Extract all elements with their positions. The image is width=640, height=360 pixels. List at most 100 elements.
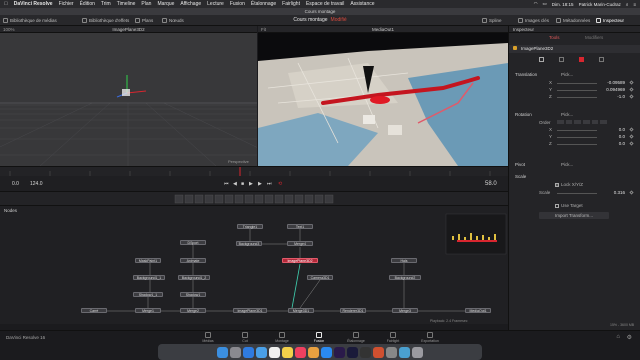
transform-tab-icon[interactable] bbox=[579, 57, 584, 62]
keyframe-icon[interactable] bbox=[629, 87, 634, 92]
search-icon[interactable]: ⌕ bbox=[626, 2, 629, 7]
rotation-x-value[interactable]: 0.0 bbox=[599, 127, 625, 132]
spline-button[interactable]: Spline bbox=[482, 17, 502, 24]
menu-workspace[interactable]: Espace de travail bbox=[306, 1, 344, 7]
current-time[interactable]: 58.0 bbox=[485, 181, 497, 187]
controls-tab-icon[interactable] bbox=[539, 57, 544, 62]
finder-icon[interactable] bbox=[217, 346, 228, 358]
menu-edit[interactable]: Édition bbox=[80, 1, 95, 7]
step-back-icon[interactable]: ◀ bbox=[233, 181, 237, 187]
node-animate[interactable]: Animate bbox=[180, 258, 206, 263]
apple-icon[interactable]:  bbox=[4, 1, 8, 7]
keyframe-icon[interactable] bbox=[629, 141, 634, 146]
page-deliver[interactable]: Exportation bbox=[417, 332, 443, 343]
tab-tools[interactable]: Tools bbox=[549, 35, 560, 40]
page-media[interactable]: Médias bbox=[195, 332, 221, 343]
keyframe-icon[interactable] bbox=[629, 80, 634, 85]
order-button[interactable] bbox=[591, 120, 599, 124]
resolve-icon[interactable] bbox=[360, 346, 371, 358]
media-pool-button[interactable]: Bibliothèque de médias bbox=[3, 17, 57, 24]
user-name[interactable]: Patrick Marin-Cudraz bbox=[579, 2, 621, 7]
nodes-button[interactable]: Nœuds bbox=[162, 17, 184, 24]
node-text1[interactable]: Text1 bbox=[287, 224, 313, 229]
go-to-start-icon[interactable]: ⏮ bbox=[224, 181, 229, 187]
menu-file[interactable]: Fichier bbox=[59, 1, 74, 7]
page-edit[interactable]: Montage bbox=[269, 332, 295, 343]
after-effects-icon[interactable] bbox=[347, 346, 358, 358]
app-store-icon[interactable] bbox=[321, 346, 332, 358]
notes-icon[interactable] bbox=[282, 346, 293, 358]
order-button[interactable] bbox=[574, 120, 582, 124]
loop-icon[interactable]: ⟲ bbox=[278, 181, 282, 187]
step-forward-icon[interactable]: ▶ bbox=[258, 181, 262, 187]
node-maskpaint1[interactable]: MaskPaint1 bbox=[135, 258, 161, 263]
node-shadow1-1[interactable]: Shadow1_1 bbox=[133, 292, 163, 297]
node-mediaout1[interactable]: MediaOut1 bbox=[465, 308, 491, 313]
import-transform-button[interactable]: Import Transform... bbox=[539, 212, 609, 219]
order-button[interactable] bbox=[600, 120, 608, 124]
node-background2[interactable]: Background2 bbox=[389, 275, 421, 280]
node-background1-1[interactable]: Background1_1 bbox=[133, 275, 165, 280]
clips-button[interactable]: Plans bbox=[135, 17, 153, 24]
tab-modifiers[interactable]: Modifiers bbox=[585, 35, 603, 40]
rotation-pick[interactable]: Pick... bbox=[561, 112, 573, 117]
scale-section-label[interactable]: Scale bbox=[515, 174, 526, 179]
rotation-y-slider[interactable] bbox=[557, 137, 597, 138]
mail-icon[interactable] bbox=[256, 346, 267, 358]
scale-value[interactable]: 0.316 bbox=[599, 190, 625, 195]
page-cut[interactable]: Cut bbox=[232, 332, 258, 343]
music-icon[interactable] bbox=[295, 346, 306, 358]
translation-section-label[interactable]: Translation bbox=[515, 72, 537, 77]
wifi-icon[interactable]: ◠ bbox=[534, 1, 538, 7]
node-renderer3d1[interactable]: Renderer3D1 bbox=[340, 308, 366, 313]
menu-color[interactable]: Étalonnage bbox=[251, 1, 276, 7]
node-background1-2[interactable]: Background1_2 bbox=[178, 275, 210, 280]
menu-trim[interactable]: Trim bbox=[101, 1, 111, 7]
system-prefs-icon[interactable] bbox=[386, 346, 397, 358]
node-carre[interactable]: Carré bbox=[81, 308, 107, 313]
translation-y-slider[interactable] bbox=[557, 90, 597, 91]
app-menu[interactable]: DaVinci Resolve bbox=[14, 1, 53, 7]
end-time[interactable]: 124.0 bbox=[30, 181, 43, 187]
node-triangle1[interactable]: Triangle1 bbox=[237, 224, 263, 229]
menu-help[interactable]: Assistance bbox=[350, 1, 374, 7]
translation-y-value[interactable]: 0.094969 bbox=[599, 87, 625, 92]
keyframe-icon[interactable] bbox=[629, 127, 634, 132]
node-merge1[interactable]: Merge1 bbox=[135, 308, 161, 313]
node-merge4[interactable]: Merge4 bbox=[287, 241, 313, 246]
battery-icon[interactable]: ▭ bbox=[543, 1, 547, 7]
right-viewer-zoom[interactable]: Fit bbox=[261, 26, 266, 33]
menu-timeline[interactable]: Timeline bbox=[117, 1, 136, 7]
node-editor[interactable]: Nodes Triangle1 Text1 Background3 Merge4… bbox=[0, 206, 508, 324]
node-imageplane3d1[interactable]: ImagePlane3D1 bbox=[233, 308, 267, 313]
time-ruler[interactable] bbox=[0, 166, 508, 177]
node-hals[interactable]: Hals bbox=[391, 258, 417, 263]
right-viewer[interactable]: Fit MediaOut1 bbox=[258, 26, 508, 166]
translation-z-slider[interactable] bbox=[557, 97, 597, 98]
menu-fusion[interactable]: Fusion bbox=[230, 1, 245, 7]
files-icon[interactable] bbox=[373, 346, 384, 358]
clock[interactable]: Dim. 18:15 bbox=[552, 2, 574, 7]
node-enable-icon[interactable] bbox=[513, 46, 517, 50]
use-target-checkbox[interactable] bbox=[555, 204, 559, 208]
preview-icon[interactable] bbox=[399, 346, 410, 358]
rotation-section-label[interactable]: Rotation bbox=[515, 112, 532, 117]
stop-icon[interactable]: ■ bbox=[241, 181, 244, 187]
pivot-pick[interactable]: Pick... bbox=[561, 162, 573, 167]
node-header[interactable]: ImagePlane3D2 bbox=[509, 45, 640, 53]
menu-mark[interactable]: Marque bbox=[157, 1, 174, 7]
calendar-icon[interactable] bbox=[269, 346, 280, 358]
node-merge3d1[interactable]: Merge3D1 bbox=[288, 308, 314, 313]
page-fusion[interactable]: Fusion bbox=[306, 332, 332, 343]
material-tab-icon[interactable] bbox=[559, 57, 564, 62]
menu-fairlight[interactable]: Fairlight bbox=[282, 1, 300, 7]
metadata-button[interactable]: Métadonnées bbox=[556, 17, 590, 24]
page-fairlight[interactable]: Fairlight bbox=[380, 332, 406, 343]
node-shadow1[interactable]: Shadow1 bbox=[180, 292, 206, 297]
play-icon[interactable]: ▶ bbox=[249, 181, 253, 187]
menu-view[interactable]: Affichage bbox=[180, 1, 201, 7]
launchpad-icon[interactable] bbox=[230, 346, 241, 358]
node-merge3[interactable]: Merge3 bbox=[392, 308, 418, 313]
node-camera3d1[interactable]: Camera3D1 bbox=[307, 275, 333, 280]
rotation-x-slider[interactable] bbox=[557, 130, 597, 131]
